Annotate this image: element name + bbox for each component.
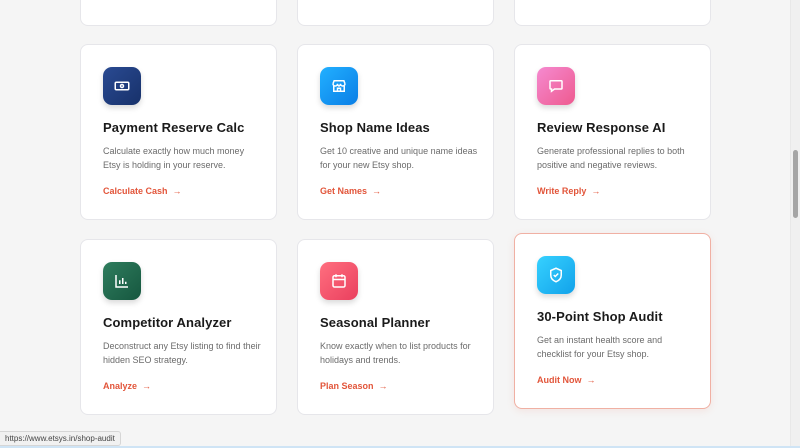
storefront-icon (320, 67, 358, 105)
status-bar-url: https://www.etsys.in/shop-audit (0, 431, 121, 446)
card-description: Get an instant health score and checklis… (537, 335, 663, 359)
bar-chart-icon (103, 262, 141, 300)
card-description: Generate professional replies to both po… (537, 146, 685, 170)
arrow-right-icon: → (591, 186, 601, 196)
arrow-right-icon: → (142, 381, 152, 391)
card-title: Payment Reserve Calc (103, 120, 245, 135)
arrow-right-icon: → (378, 381, 388, 391)
tool-card-partial-1[interactable] (80, 0, 277, 26)
tool-card-review-response[interactable]: Review Response AI Generate professional… (514, 44, 711, 220)
vertical-scrollbar[interactable] (790, 0, 800, 448)
cta-label: Audit Now (537, 375, 582, 385)
cta-label: Analyze (103, 381, 138, 391)
tool-card-payment-reserve[interactable]: Payment Reserve Calc Calculate exactly h… (80, 44, 277, 220)
arrow-right-icon: → (172, 186, 182, 196)
cta-label: Write Reply (537, 186, 587, 196)
write-reply-link[interactable]: Write Reply → (537, 186, 600, 196)
card-title: Competitor Analyzer (103, 315, 232, 330)
shield-check-icon (537, 256, 575, 294)
cta-label: Plan Season (320, 381, 374, 391)
analyze-link[interactable]: Analyze → (103, 381, 151, 391)
card-title: Seasonal Planner (320, 315, 430, 330)
arrow-right-icon: → (372, 186, 382, 196)
card-title: 30-Point Shop Audit (537, 309, 663, 324)
tool-card-competitor-analyzer[interactable]: Competitor Analyzer Deconstruct any Etsy… (80, 239, 277, 415)
audit-now-link[interactable]: Audit Now → (537, 375, 596, 385)
get-names-link[interactable]: Get Names → (320, 186, 381, 196)
arrow-right-icon: → (586, 375, 596, 385)
card-description: Get 10 creative and unique name ideas fo… (320, 146, 478, 170)
tool-card-partial-2[interactable] (297, 0, 494, 26)
tools-grid: Payment Reserve Calc Calculate exactly h… (80, 0, 712, 430)
cash-icon (103, 67, 141, 105)
card-description: Know exactly when to list products for h… (320, 341, 471, 365)
tool-card-shop-name-ideas[interactable]: Shop Name Ideas Get 10 creative and uniq… (297, 44, 494, 220)
card-title: Shop Name Ideas (320, 120, 430, 135)
plan-season-link[interactable]: Plan Season → (320, 381, 388, 391)
tool-card-seasonal-planner[interactable]: Seasonal Planner Know exactly when to li… (297, 239, 494, 415)
cta-label: Calculate Cash (103, 186, 168, 196)
scrollbar-thumb[interactable] (793, 150, 798, 218)
card-description: Calculate exactly how much money Etsy is… (103, 146, 245, 170)
card-description: Deconstruct any Etsy listing to find the… (103, 341, 261, 365)
cta-label: Get Names (320, 186, 368, 196)
card-title: Review Response AI (537, 120, 666, 135)
calendar-icon (320, 262, 358, 300)
calculate-cash-link[interactable]: Calculate Cash → (103, 186, 182, 196)
chat-bubble-icon (537, 67, 575, 105)
tool-card-shop-audit[interactable]: 30-Point Shop Audit Get an instant healt… (514, 233, 711, 409)
tool-card-partial-3[interactable] (514, 0, 711, 26)
